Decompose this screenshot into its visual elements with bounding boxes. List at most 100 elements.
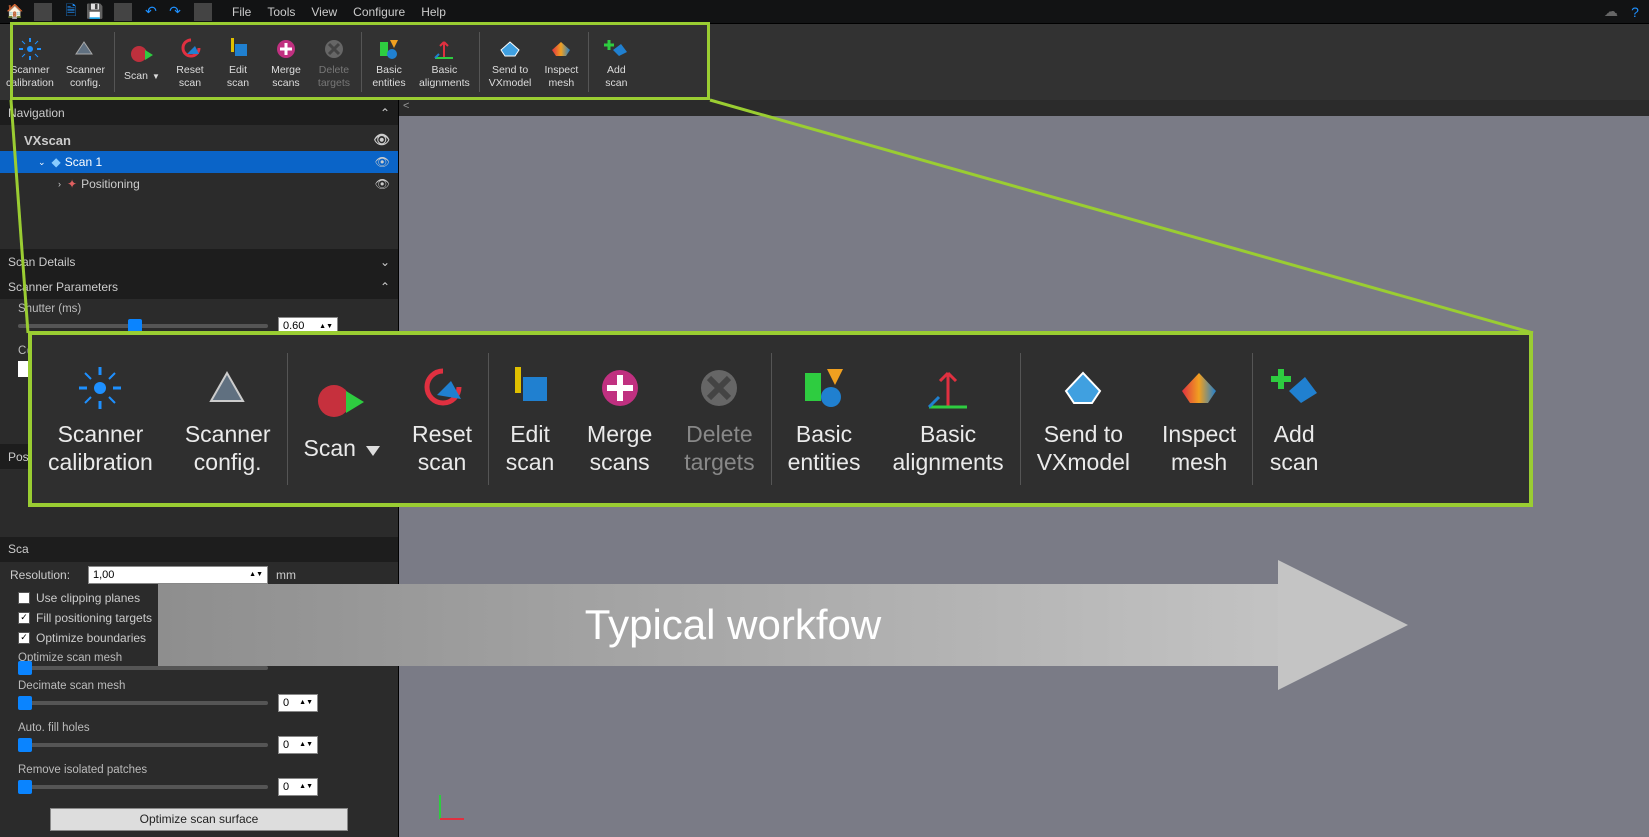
navigation-header[interactable]: Navigation ⌃ xyxy=(0,100,398,125)
cloud-icon[interactable]: ☁ xyxy=(1603,4,1619,20)
ribbon-label: Inspectmesh xyxy=(544,64,578,88)
menu-view[interactable]: View xyxy=(311,5,337,19)
arrow-head xyxy=(1278,560,1408,690)
ribbon-label: Editscan xyxy=(227,64,249,88)
separator xyxy=(114,32,115,92)
undo-icon[interactable]: ↶ xyxy=(142,3,160,21)
home-icon[interactable]: 🏠 xyxy=(6,3,24,21)
checkbox-icon[interactable] xyxy=(18,592,30,604)
collapse-icon[interactable]: ⌃ xyxy=(380,280,390,294)
panel-title: Navigation xyxy=(8,106,65,120)
new-file-icon[interactable]: 🗎 xyxy=(62,3,80,21)
removeiso-slider[interactable] xyxy=(18,785,268,789)
visibility-icon[interactable]: 👁 xyxy=(375,177,390,191)
ribbon-send-vxmodel[interactable]: Send toVXmodel xyxy=(483,26,538,98)
ribbon-edit-scan[interactable]: Editscan xyxy=(214,26,262,98)
co-merge-scans[interactable]: Mergescans xyxy=(571,335,668,503)
co-edit-scan[interactable]: Editscan xyxy=(489,335,571,503)
ribbon-label: Mergescans xyxy=(271,64,301,88)
checkbox-icon[interactable]: ✓ xyxy=(18,632,30,644)
dropdown-icon[interactable] xyxy=(366,446,380,456)
checkbox-icon[interactable]: ✓ xyxy=(18,612,30,624)
expand-icon[interactable]: ⌄ xyxy=(380,255,390,269)
panel-title: Scanner Parameters xyxy=(8,280,118,294)
panel-title: Scan Details xyxy=(8,255,75,269)
dropdown-icon[interactable]: ▼ xyxy=(152,72,160,81)
button-label: Optimize scan surface xyxy=(140,812,259,826)
ribbon-inspect-mesh[interactable]: Inspectmesh xyxy=(537,26,585,98)
ribbon-label: Resetscan xyxy=(176,64,203,88)
visibility-icon[interactable]: 👁 xyxy=(375,155,390,169)
ribbon-reset-scan[interactable]: Resetscan xyxy=(166,26,214,98)
scan-params-header[interactable]: Sca xyxy=(0,537,398,562)
menu-tools[interactable]: Tools xyxy=(267,5,295,19)
co-reset-scan[interactable]: Resetscan xyxy=(396,335,488,503)
optimize-surface-button[interactable]: Optimize scan surface xyxy=(50,808,348,831)
autofill-slider[interactable] xyxy=(18,743,268,747)
ribbon-merge-scans[interactable]: Mergescans xyxy=(262,26,310,98)
ribbon-scanner-calibration[interactable]: Scannercalibration xyxy=(0,26,60,98)
shutter-label: Shutter (ms) xyxy=(0,299,398,315)
ribbon-scan[interactable]: Scan ▼ xyxy=(118,26,166,98)
nav-label: Positioning xyxy=(81,177,140,191)
viewport-strip: < xyxy=(399,100,1649,116)
visibility-icon[interactable]: 👁 xyxy=(373,132,390,148)
ribbon-label: Send toVXmodel xyxy=(489,64,532,88)
ribbon-label: Scannercalibration xyxy=(6,64,54,88)
ribbon-label: Scannerconfig. xyxy=(66,64,105,88)
scan-details-header[interactable]: Scan Details ⌄ xyxy=(0,249,398,274)
co-scanner-calibration[interactable]: Scannercalibration xyxy=(32,335,169,503)
menu-file[interactable]: File xyxy=(232,5,251,19)
removeiso-value[interactable]: 0▲▼ xyxy=(278,778,318,796)
menubar-right: ☁ ? xyxy=(1603,4,1643,20)
co-add-scan[interactable]: Addscan xyxy=(1253,335,1335,503)
menu-configure[interactable]: Configure xyxy=(353,5,405,19)
nav-root[interactable]: VXscan 👁 xyxy=(0,129,398,151)
nav-scan-selected[interactable]: ⌄ ◆ Scan 1 👁 xyxy=(0,151,398,173)
shutter-slider[interactable] xyxy=(18,324,268,328)
decimate-value[interactable]: 0▲▼ xyxy=(278,694,318,712)
redo-icon[interactable]: ↷ xyxy=(166,3,184,21)
co-basic-entities[interactable]: Basicentities xyxy=(772,335,877,503)
co-basic-alignments[interactable]: Basicalignments xyxy=(876,335,1019,503)
arrow-body: Typical workfow xyxy=(158,584,1308,666)
collapse-icon[interactable]: ⌃ xyxy=(380,106,390,120)
separator xyxy=(34,3,52,21)
nav-positioning[interactable]: › ✦ Positioning 👁 xyxy=(0,173,398,195)
co-scanner-config[interactable]: Scannerconfig. xyxy=(169,335,287,503)
ribbon-label: Scan xyxy=(124,70,148,82)
ribbon-basic-alignments[interactable]: Basicalignments xyxy=(413,26,476,98)
co-inspect-mesh[interactable]: Inspectmesh xyxy=(1146,335,1252,503)
ribbon-callout: Scannercalibration Scannerconfig. Scan R… xyxy=(28,331,1533,507)
workflow-label: Typical workfow xyxy=(585,601,881,649)
menubar: 🏠 🗎 💾 ↶ ↷ File Tools View Configure Help… xyxy=(0,0,1649,24)
ribbon-label: Deletetargets xyxy=(318,64,350,88)
menubar-menus: File Tools View Configure Help xyxy=(222,5,446,19)
co-scan[interactable]: Scan xyxy=(288,335,396,503)
ribbon-label: Addscan xyxy=(605,64,627,88)
panel-title: Sca xyxy=(8,542,29,556)
menu-help[interactable]: Help xyxy=(421,5,446,19)
chevron-down-icon: ⌄ xyxy=(38,157,46,168)
ribbon-label: Basicalignments xyxy=(419,64,470,88)
co-label: Mergescans xyxy=(587,421,652,476)
separator xyxy=(361,32,362,92)
save-icon[interactable]: 💾 xyxy=(86,3,104,21)
co-label: Basicalignments xyxy=(892,421,1003,476)
help-icon[interactable]: ? xyxy=(1627,4,1643,20)
decimate-slider[interactable] xyxy=(18,701,268,705)
resolution-label: Resolution: xyxy=(10,568,80,582)
ribbon-scanner-config[interactable]: Scannerconfig. xyxy=(60,26,111,98)
navigation-tree: VXscan 👁 ⌄ ◆ Scan 1 👁 › ✦ Positioning 👁 xyxy=(0,125,398,249)
ribbon-basic-entities[interactable]: Basicentities xyxy=(365,26,413,98)
co-label: Scan xyxy=(304,435,356,461)
co-label: Addscan xyxy=(1270,421,1319,476)
checkbox-label: Use clipping planes xyxy=(36,591,140,605)
scanner-params-header[interactable]: Scanner Parameters ⌃ xyxy=(0,274,398,299)
separator xyxy=(114,3,132,21)
co-label: Deletetargets xyxy=(684,421,754,476)
ribbon-add-scan[interactable]: Addscan xyxy=(592,26,640,98)
separator xyxy=(588,32,589,92)
co-send-vxmodel[interactable]: Send toVXmodel xyxy=(1021,335,1146,503)
autofill-value[interactable]: 0▲▼ xyxy=(278,736,318,754)
